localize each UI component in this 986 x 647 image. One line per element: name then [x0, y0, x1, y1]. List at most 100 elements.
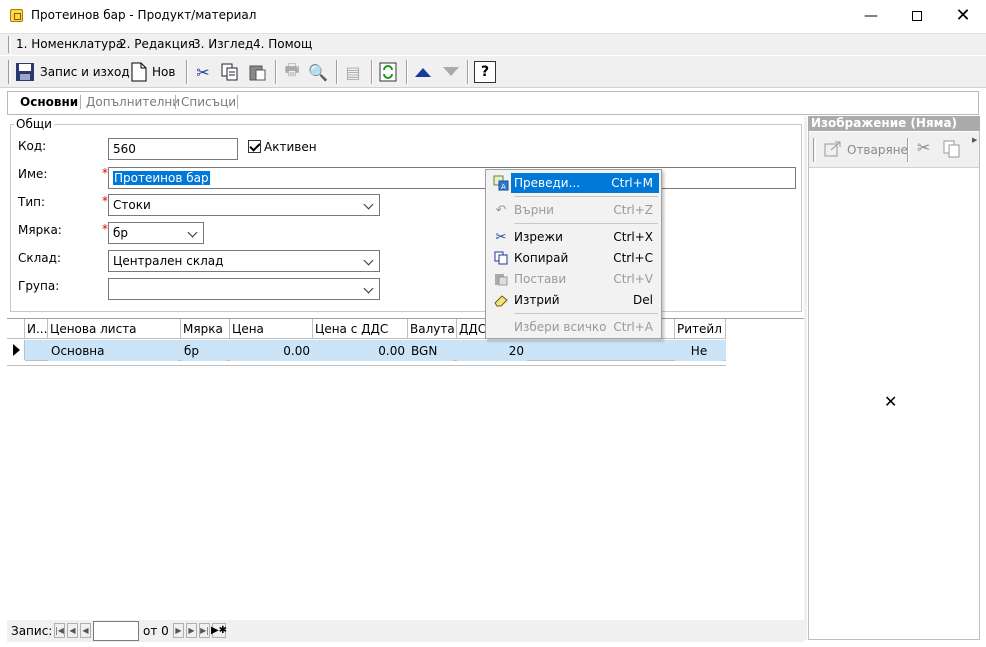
- window-title: Протеинов бар - Продукт/материал: [31, 8, 257, 22]
- active-label: Активен: [264, 140, 317, 154]
- grid-cell: 0.00: [230, 341, 313, 361]
- name-input[interactable]: Протеинов бар: [108, 167, 796, 189]
- grid-cell: Не: [675, 341, 723, 361]
- first-record-button[interactable]: |◀: [54, 623, 65, 638]
- tab-separator: [237, 95, 238, 109]
- translate-icon: A: [493, 175, 509, 191]
- splitter[interactable]: [804, 116, 807, 640]
- menu-nomenclature[interactable]: 1. Номенклатура: [16, 37, 123, 51]
- toolbar-grip: [813, 138, 816, 162]
- grid-header[interactable]: Цена с ДДС: [313, 319, 408, 339]
- eraser-icon: [493, 292, 509, 308]
- image-cut-button[interactable]: ✂: [917, 138, 930, 157]
- context-menu: A Преведи... Ctrl+M ↶ Върни Ctrl+Z ✂ Изр…: [485, 169, 662, 339]
- arrow-down-icon: [440, 61, 462, 83]
- tab-lists[interactable]: Списъци: [181, 95, 236, 109]
- copy-button[interactable]: [219, 59, 241, 85]
- move-up-button[interactable]: [412, 59, 434, 85]
- active-checkbox[interactable]: [248, 140, 261, 153]
- ctx-cut[interactable]: ✂ Изрежи Ctrl+X: [489, 227, 659, 247]
- open-image-button[interactable]: Отваряне: [823, 138, 908, 162]
- refresh-button[interactable]: [377, 59, 399, 85]
- grid-header[interactable]: Цена: [230, 319, 313, 339]
- ctx-translate[interactable]: A Преведи... Ctrl+M: [489, 173, 659, 193]
- next-page-button[interactable]: ▶: [186, 623, 197, 638]
- arrow-up-icon: [412, 61, 434, 83]
- image-toolbar: Отваряне ✂ ▶: [809, 132, 979, 168]
- maximize-button[interactable]: [894, 0, 940, 31]
- cut-button[interactable]: ✂: [192, 59, 214, 85]
- scissors-icon: ✂: [196, 62, 210, 82]
- print-button[interactable]: 🖶: [281, 59, 303, 85]
- svg-text:A: A: [501, 183, 506, 191]
- list-button[interactable]: ▤: [342, 59, 364, 85]
- last-record-button[interactable]: ▶|: [199, 623, 210, 638]
- grid-bottom-line: [7, 365, 726, 366]
- ctx-separator: [514, 196, 658, 197]
- paste-button[interactable]: [246, 59, 268, 85]
- grid-header[interactable]: Ценова листа: [48, 319, 181, 339]
- type-label: Тип:: [18, 195, 46, 209]
- copy-icon: [493, 250, 509, 266]
- ctx-copy[interactable]: Копирай Ctrl+C: [489, 248, 659, 268]
- grid-header[interactable]: Ритейл: [675, 319, 726, 339]
- record-label: Запис:: [11, 624, 53, 638]
- scissors-icon: ✂: [495, 229, 507, 245]
- prev-record-button[interactable]: ◀: [80, 623, 91, 638]
- minimize-button[interactable]: —: [848, 0, 894, 31]
- save-exit-button[interactable]: Запис и изход: [14, 59, 130, 85]
- tab-additional[interactable]: Допълнителни: [86, 95, 180, 109]
- prev-page-button[interactable]: ◀: [67, 623, 78, 638]
- toolbar: Запис и изход Нов ✂ 🖶 🔍 ▤ ?: [0, 56, 986, 88]
- close-button[interactable]: ✕: [940, 0, 986, 31]
- tab-separator: [175, 95, 176, 109]
- row-indicator: [7, 340, 25, 360]
- help-button[interactable]: ?: [474, 59, 496, 85]
- type-select[interactable]: Стоки: [108, 194, 380, 216]
- ctx-paste[interactable]: Постави Ctrl+V: [489, 269, 659, 289]
- unit-select[interactable]: бр: [108, 222, 204, 244]
- warehouse-select[interactable]: Централен склад: [108, 250, 380, 272]
- record-navigator: Запис: |◀ ◀ ◀ от 0 ▶ ▶ ▶| ▶✱: [7, 620, 804, 642]
- ctx-delete[interactable]: Изтрий Del: [489, 290, 659, 310]
- code-input[interactable]: 560: [108, 138, 238, 160]
- copy-icon: [943, 140, 961, 161]
- grid-header[interactable]: Мярка: [181, 319, 230, 339]
- ctx-select-all[interactable]: Избери всичко Ctrl+A: [489, 317, 659, 337]
- record-count-text: от 0: [143, 624, 169, 638]
- grid-cell: BGN: [408, 341, 453, 361]
- ctx-undo[interactable]: ↶ Върни Ctrl+Z: [489, 200, 659, 220]
- name-selected-text: Протеинов бар: [113, 171, 210, 185]
- menu-edit[interactable]: 2. Редакция: [119, 37, 195, 51]
- tab-main[interactable]: Основни: [20, 95, 78, 109]
- grid-cell: бр: [181, 341, 227, 361]
- grid-header[interactable]: Валута: [408, 319, 457, 339]
- image-copy-button[interactable]: [943, 140, 961, 161]
- new-record-button[interactable]: ▶✱: [211, 623, 227, 638]
- record-number-input[interactable]: [93, 621, 139, 641]
- toolbar-separator: [371, 60, 373, 84]
- move-down-button[interactable]: [440, 59, 462, 85]
- menu-view[interactable]: 3. Изглед: [193, 37, 253, 51]
- toolbar-separator: [406, 60, 408, 84]
- new-button[interactable]: Нов: [128, 59, 175, 85]
- undo-icon: ↶: [495, 202, 507, 218]
- group-legend: Общи: [14, 117, 54, 131]
- grid-indicator-header: [7, 319, 25, 339]
- name-label: Име:: [18, 167, 48, 181]
- printer-icon: 🖶: [284, 59, 300, 79]
- list-icon: ▤: [345, 62, 361, 82]
- refresh-icon: [377, 61, 399, 83]
- toolbar-separator: [336, 60, 338, 84]
- grid-cell: Основна: [48, 341, 178, 361]
- app-icon: [10, 9, 23, 22]
- print-preview-button[interactable]: 🔍: [307, 59, 329, 85]
- group-select[interactable]: [108, 278, 380, 300]
- next-record-button[interactable]: ▶: [173, 623, 184, 638]
- paste-icon: [246, 61, 268, 83]
- grid-header[interactable]: И...: [25, 319, 48, 339]
- toolbar-overflow-icon[interactable]: ▶: [972, 136, 977, 144]
- menu-help[interactable]: 4. Помощ: [253, 37, 312, 51]
- image-panel: [808, 116, 980, 640]
- unit-label: Мярка:: [18, 223, 62, 237]
